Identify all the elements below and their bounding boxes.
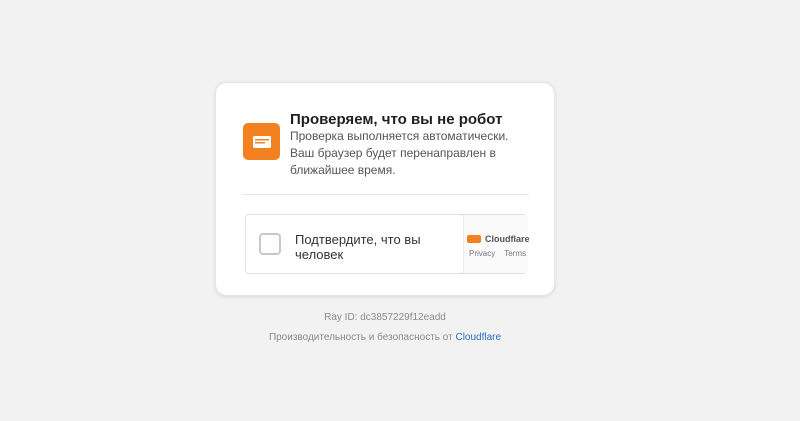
- cloudflare-shield-icon: [243, 123, 280, 160]
- widget-branding: Cloudflare Privacy Terms: [463, 215, 530, 273]
- terms-link[interactable]: Terms: [504, 249, 526, 258]
- brand-links: Privacy Terms: [469, 249, 526, 258]
- checkbox-label: Подтвердите, что вы человек: [295, 232, 421, 262]
- footer: Производительность и безопасность от Clo…: [0, 332, 770, 343]
- cloudflare-link[interactable]: Cloudflare: [455, 332, 501, 343]
- cloudflare-logo-icon: [467, 235, 481, 243]
- brand-row: Cloudflare: [467, 234, 530, 244]
- human-verification-checkbox[interactable]: [259, 233, 281, 255]
- page-subtitle: Проверка выполняется автоматически. Ваш …: [290, 129, 509, 177]
- footer-text: Производительность и безопасность от: [268, 332, 453, 343]
- challenge-card: Проверяем, что вы не робот Проверка выпо…: [215, 82, 555, 296]
- brand-name: Cloudflare: [485, 234, 530, 244]
- privacy-link[interactable]: Privacy: [469, 249, 495, 258]
- challenge-page: Проверяем, что вы не робот Проверка выпо…: [0, 0, 800, 421]
- turnstile-widget: Подтвердите, что вы человек Cloudflare P…: [245, 214, 530, 274]
- divider: [242, 194, 529, 195]
- page-title: Проверяем, что вы не робот: [290, 111, 503, 128]
- ray-id: Ray ID: dc3857229f12eadd: [324, 312, 446, 323]
